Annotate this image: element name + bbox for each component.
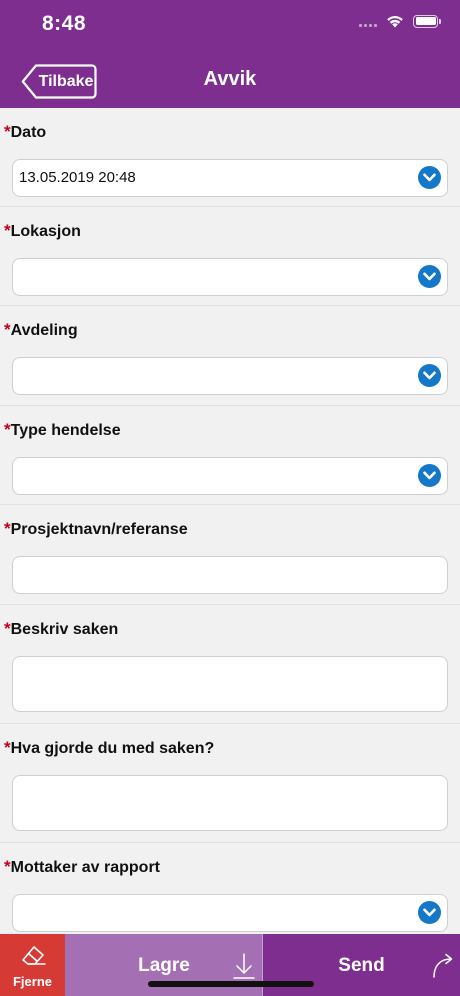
field-section-hva-gjorde-du: *Hva gjorde du med saken? [0,724,460,843]
app-header: 8:48 Tilbake Avvik [0,0,460,108]
chevron-down-icon [418,166,441,189]
download-arrow-icon [233,953,255,979]
department-dropdown[interactable] [12,357,448,395]
field-section-beskriv-saken: *Beskriv saken [0,605,460,724]
project-reference-input[interactable] [12,556,448,594]
date-dropdown[interactable]: 13.05.2019 20:48 [12,159,448,197]
curved-arrow-icon [433,953,453,978]
field-label-avdeling: *Avdeling [4,320,78,339]
remove-button-label: Fjerne [12,974,52,989]
remove-button[interactable]: Fjerne [0,934,65,996]
deviation-form: *Dato 13.05.2019 20:48 *Lokasjon *Avdeli… [0,108,460,934]
field-section-lokasjon: *Lokasjon [0,207,460,306]
chevron-down-icon [418,364,441,387]
field-label-dato: *Dato [4,122,47,141]
event-type-dropdown[interactable] [12,457,448,495]
cellular-signal-icon [359,15,377,27]
field-section-type-hendelse: *Type hendelse [0,406,460,505]
field-label-prosjektnavn: *Prosjektnavn/referanse [4,519,188,538]
chevron-down-icon [418,901,441,924]
home-indicator [148,981,314,987]
location-dropdown[interactable] [12,258,448,296]
field-section-dato: *Dato 13.05.2019 20:48 [0,108,460,207]
field-label-mottaker: *Mottaker av rapport [4,857,160,876]
battery-icon [413,14,441,28]
field-label-type-hendelse: *Type hendelse [4,420,121,439]
wifi-icon [387,16,403,28]
chevron-down-icon [418,265,441,288]
page-title: Avvik [203,68,257,90]
field-section-prosjektnavn: *Prosjektnavn/referanse [0,505,460,605]
field-section-avdeling: *Avdeling [0,306,460,406]
report-recipient-dropdown[interactable] [12,894,448,932]
eraser-icon [22,946,46,965]
field-label-lokasjon: *Lokasjon [4,221,81,240]
chevron-down-icon [418,464,441,487]
field-label-hva-gjorde-du: *Hva gjorde du med saken? [4,738,215,757]
status-time: 8:48 [42,12,87,35]
status-icons [359,14,441,28]
field-section-mottaker: *Mottaker av rapport [0,843,460,934]
field-label-beskriv-saken: *Beskriv saken [4,619,119,638]
action-taken-textarea[interactable] [12,775,448,831]
date-value: 13.05.2019 20:48 [19,169,136,186]
description-textarea[interactable] [12,656,448,712]
